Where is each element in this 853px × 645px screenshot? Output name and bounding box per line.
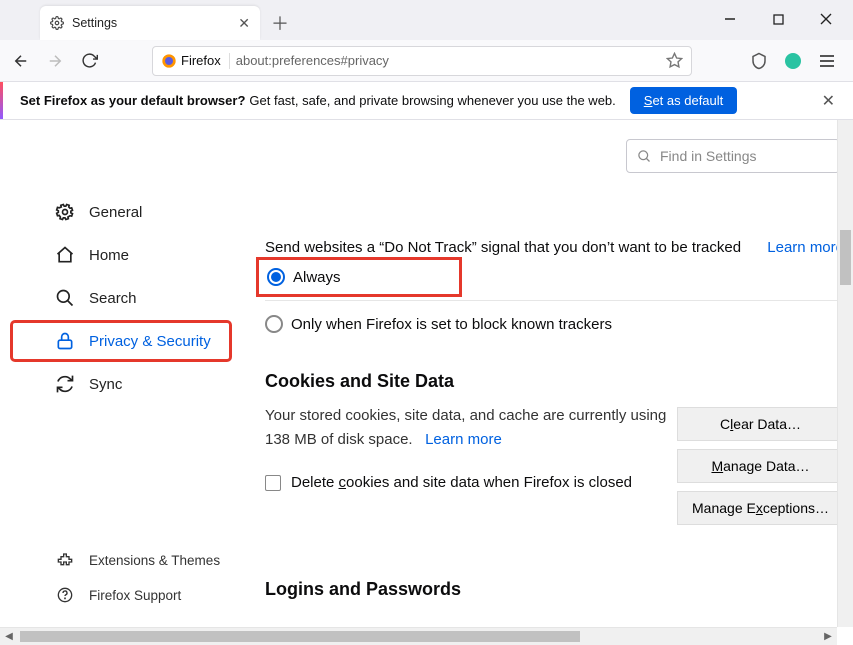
dnt-learn-more-link[interactable]: Learn more — [767, 239, 844, 256]
promo-heading: Set Firefox as your default browser? — [20, 93, 245, 108]
dnt-option-blocking[interactable]: Only when Firefox is set to block known … — [265, 307, 844, 341]
sidebar-item-label: Sync — [89, 376, 122, 393]
sidebar-item-label: Firefox Support — [89, 588, 181, 603]
lock-icon — [55, 331, 75, 351]
gear-icon — [50, 16, 64, 30]
identity-box[interactable]: Firefox — [161, 53, 230, 69]
radio-icon[interactable] — [265, 315, 283, 333]
checkbox-icon[interactable] — [265, 475, 281, 491]
help-icon — [55, 585, 75, 605]
separator — [265, 300, 844, 301]
nav-toolbar: Firefox about:preferences#privacy — [0, 40, 853, 82]
scroll-left-icon[interactable]: ◀ — [0, 628, 18, 645]
sidebar-item-label: Extensions & Themes — [89, 553, 220, 568]
promo-close-icon[interactable]: ✕ — [822, 91, 835, 111]
clear-data-button[interactable]: Clear Data… — [677, 407, 844, 441]
find-placeholder: Find in Settings — [660, 148, 757, 164]
radio-icon[interactable] — [267, 268, 285, 286]
logins-section: Logins and Passwords — [265, 579, 461, 600]
do-not-track-section: Send websites a “Do Not Track” signal th… — [265, 239, 844, 341]
horizontal-scrollbar[interactable]: ◀ ▶ — [0, 627, 837, 645]
browser-titlebar: Settings ✕ ＋ — [0, 0, 853, 40]
sidebar-item-label: General — [89, 204, 142, 221]
sidebar-item-privacy[interactable]: Privacy & Security — [11, 321, 231, 361]
nav-forward-button[interactable] — [44, 50, 66, 72]
default-browser-prompt: Set Firefox as your default browser? Get… — [0, 82, 853, 120]
dnt-description: Send websites a “Do Not Track” signal th… — [265, 239, 741, 256]
puzzle-icon — [55, 550, 75, 570]
search-icon — [55, 288, 75, 308]
sidebar-item-label: Privacy & Security — [89, 333, 211, 350]
cookies-heading: Cookies and Site Data — [265, 371, 844, 392]
tab-title: Settings — [72, 16, 230, 30]
nav-back-button[interactable] — [10, 50, 32, 72]
sidebar-item-home[interactable]: Home — [11, 235, 231, 275]
search-icon — [637, 149, 652, 164]
sidebar-item-support[interactable]: Firefox Support — [11, 579, 231, 611]
window-close-button[interactable] — [803, 4, 849, 34]
identity-label: Firefox — [181, 53, 221, 68]
sidebar-item-label: Home — [89, 247, 129, 264]
new-tab-button[interactable]: ＋ — [266, 9, 294, 37]
gear-icon — [55, 202, 75, 222]
sidebar-item-sync[interactable]: Sync — [11, 364, 231, 404]
scrollbar-thumb[interactable] — [20, 631, 580, 642]
url-bar[interactable]: Firefox about:preferences#privacy — [152, 46, 692, 76]
sidebar-item-general[interactable]: General — [11, 192, 231, 232]
home-icon — [55, 245, 75, 265]
dnt-option-always[interactable]: Always — [259, 260, 459, 294]
tab-close-icon[interactable]: ✕ — [238, 15, 250, 32]
window-maximize-button[interactable] — [755, 4, 801, 34]
browser-tab-settings[interactable]: Settings ✕ — [40, 6, 260, 40]
firefox-logo-icon — [161, 53, 177, 69]
logins-heading: Logins and Passwords — [265, 579, 461, 600]
manage-exceptions-button[interactable]: Manage Exceptions… — [677, 491, 844, 525]
sync-icon — [55, 374, 75, 394]
cookies-learn-more-link[interactable]: Learn more — [425, 431, 502, 448]
cookies-section: Cookies and Site Data Your stored cookie… — [265, 371, 844, 491]
app-menu-icon[interactable] — [817, 51, 837, 71]
bookmark-star-icon[interactable] — [666, 52, 683, 69]
sidebar-item-search[interactable]: Search — [11, 278, 231, 318]
radio-label: Only when Firefox is set to block known … — [291, 316, 612, 333]
sidebar-item-label: Search — [89, 290, 137, 307]
scroll-right-icon[interactable]: ▶ — [819, 628, 837, 645]
url-text: about:preferences#privacy — [236, 53, 389, 68]
set-default-button[interactable]: Set as default — [630, 87, 738, 114]
settings-page: General Home Search Privacy & Security S… — [0, 120, 853, 645]
sidebar-item-extensions[interactable]: Extensions & Themes — [11, 544, 231, 576]
window-minimize-button[interactable] — [707, 4, 753, 34]
nav-reload-button[interactable] — [78, 50, 100, 72]
cookies-description: Your stored cookies, site data, and cach… — [265, 404, 685, 452]
window-controls — [707, 4, 849, 34]
settings-main-panel: Find in Settings Send websites a “Do Not… — [241, 121, 852, 644]
scrollbar-thumb[interactable] — [840, 230, 851, 285]
extension-badge-icon[interactable] — [783, 51, 803, 71]
radio-label: Always — [293, 269, 341, 286]
checkbox-label: Delete cookies and site data when Firefo… — [291, 474, 632, 491]
manage-data-button[interactable]: Manage Data… — [677, 449, 844, 483]
find-in-settings-input[interactable]: Find in Settings — [626, 139, 840, 173]
pocket-icon[interactable] — [749, 51, 769, 71]
vertical-scrollbar[interactable] — [837, 120, 853, 627]
promo-text: Get fast, safe, and private browsing whe… — [249, 93, 615, 108]
settings-sidebar: General Home Search Privacy & Security S… — [1, 121, 241, 644]
